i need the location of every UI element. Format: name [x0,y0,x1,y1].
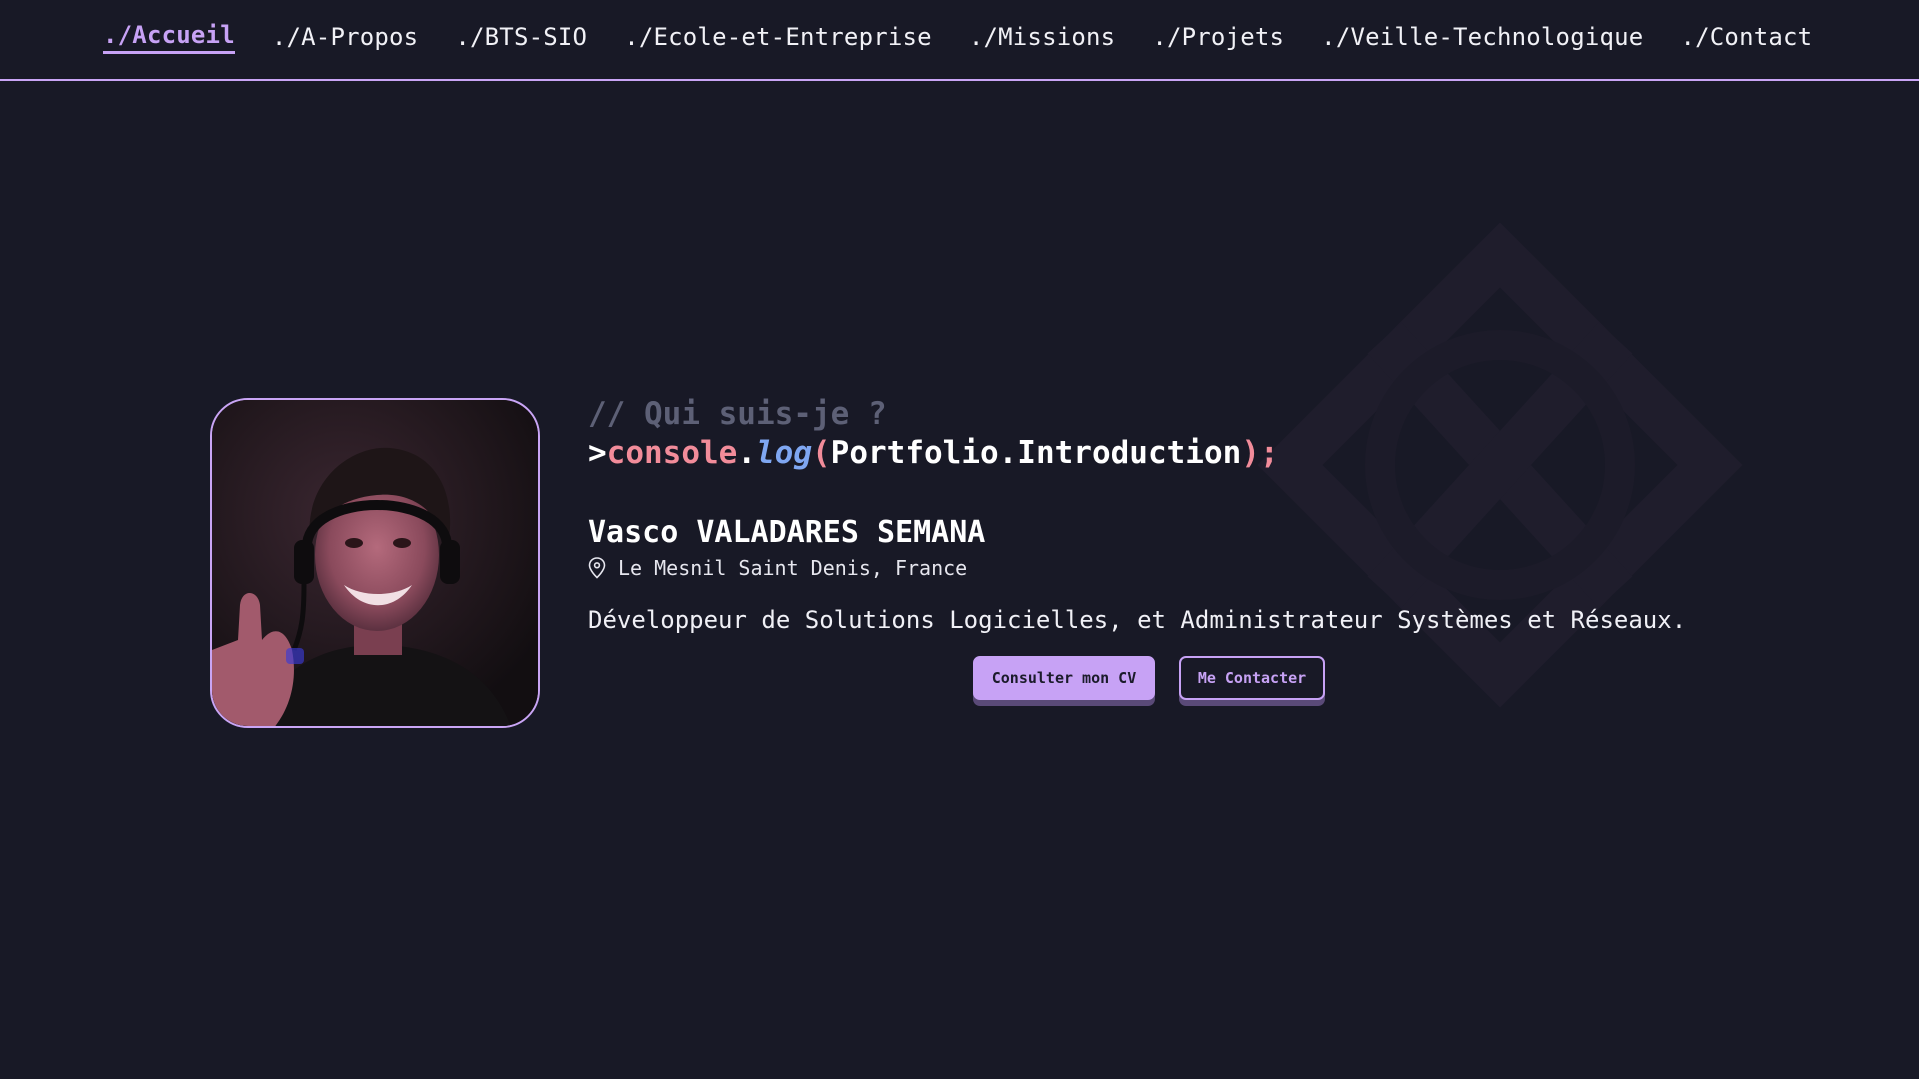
job-tagline: Développeur de Solutions Logicielles, et… [588,606,1687,634]
nav-item-contact[interactable]: ./Contact [1680,20,1812,54]
view-cv-button[interactable]: Consulter mon CV [973,656,1155,700]
nav-item-a-propos[interactable]: ./A-Propos [272,20,419,54]
code-comment: // Qui suis-je ? [588,396,887,432]
nav-item-projets[interactable]: ./Projets [1152,20,1284,54]
map-pin-icon [588,557,606,579]
hero-actions: Consulter mon CV Me Contacter [973,656,1325,700]
nav-item-veille-technologique[interactable]: ./Veille-Technologique [1321,20,1643,54]
code-console-log-line: >console.log(Portfolio.Introduction); [588,433,1788,473]
contact-me-button[interactable]: Me Contacter [1179,656,1325,700]
profile-photo-illustration [212,400,538,726]
nav-item-ecole-et-entreprise[interactable]: ./Ecole-et-Entreprise [624,20,932,54]
location: Le Mesnil Saint Denis, France [588,555,1788,581]
hero-introduction: // Qui suis-je ? >console.log(Portfolio.… [588,395,1788,636]
code-close: ); [1241,435,1279,471]
nav-list: ./Accueil ./A-Propos ./BTS-SIO ./Ecole-e… [103,20,1812,54]
profile-photo [210,398,540,728]
code-open-paren: ( [812,435,831,471]
code-prompt: > [588,435,607,471]
nav-item-bts-sio[interactable]: ./BTS-SIO [455,20,587,54]
code-object: console [606,435,738,471]
nav-item-missions[interactable]: ./Missions [969,20,1116,54]
top-navbar: ./Accueil ./A-Propos ./BTS-SIO ./Ecole-e… [0,0,1919,81]
code-argument: Portfolio.Introduction [830,435,1242,471]
person-name: Vasco VALADARES SEMANA [588,515,986,550]
code-dot: . [737,435,756,471]
nav-item-accueil[interactable]: ./Accueil [103,20,235,54]
code-method: log [756,435,812,471]
location-text: Le Mesnil Saint Denis, France [618,556,968,580]
